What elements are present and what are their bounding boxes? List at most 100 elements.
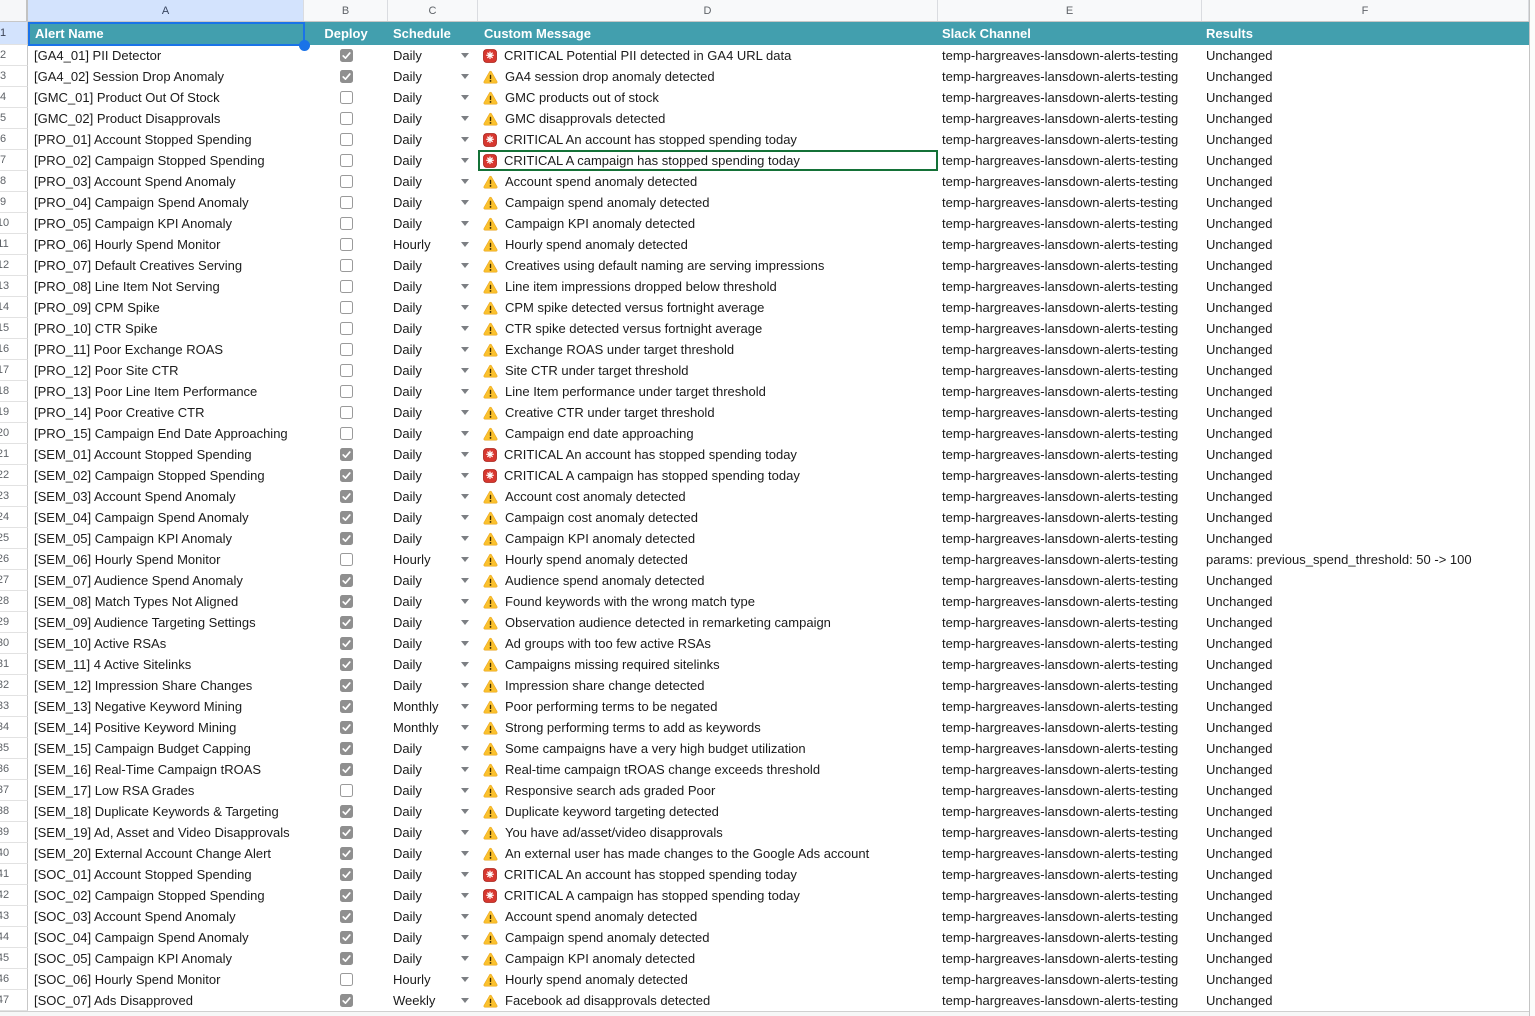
- deploy-checkbox[interactable]: [340, 637, 353, 650]
- cell-slack-channel[interactable]: temp-hargreaves-lansdown-alerts-testing: [938, 402, 1202, 423]
- cell-results[interactable]: Unchanged: [1202, 255, 1529, 276]
- cell-slack-channel[interactable]: temp-hargreaves-lansdown-alerts-testing: [938, 129, 1202, 150]
- chevron-down-icon[interactable]: [461, 515, 469, 520]
- column-header-d[interactable]: D: [478, 0, 938, 21]
- cell-custom-message[interactable]: CRITICAL An account has stopped spending…: [478, 444, 938, 465]
- cell-schedule[interactable]: Daily: [388, 402, 478, 423]
- cell-slack-channel[interactable]: temp-hargreaves-lansdown-alerts-testing: [938, 318, 1202, 339]
- chevron-down-icon[interactable]: [461, 767, 469, 772]
- row-header-9[interactable]: 9: [0, 192, 28, 213]
- cell-custom-message[interactable]: Campaign cost anomaly detected: [478, 507, 938, 528]
- cell-schedule[interactable]: Daily: [388, 213, 478, 234]
- cell-results[interactable]: Unchanged: [1202, 87, 1529, 108]
- cell-deploy[interactable]: [304, 360, 388, 381]
- cell-alert-name[interactable]: [GA4_01] PII Detector: [28, 45, 304, 66]
- cell-slack-channel[interactable]: temp-hargreaves-lansdown-alerts-testing: [938, 864, 1202, 885]
- deploy-checkbox[interactable]: [340, 553, 353, 566]
- row-header-23[interactable]: 23: [0, 486, 28, 507]
- cell-schedule[interactable]: Daily: [388, 423, 478, 444]
- chevron-down-icon[interactable]: [461, 158, 469, 163]
- cell-deploy[interactable]: [304, 570, 388, 591]
- cell-slack-channel[interactable]: temp-hargreaves-lansdown-alerts-testing: [938, 423, 1202, 444]
- cell-slack-channel[interactable]: temp-hargreaves-lansdown-alerts-testing: [938, 759, 1202, 780]
- cell-alert-name[interactable]: [PRO_07] Default Creatives Serving: [28, 255, 304, 276]
- cell-alert-name[interactable]: [PRO_14] Poor Creative CTR: [28, 402, 304, 423]
- cell-deploy[interactable]: [304, 885, 388, 906]
- cell-deploy[interactable]: [304, 87, 388, 108]
- cell-results[interactable]: Unchanged: [1202, 528, 1529, 549]
- cell-results[interactable]: Unchanged: [1202, 108, 1529, 129]
- row-header-16[interactable]: 16: [0, 339, 28, 360]
- row-header-31[interactable]: 31: [0, 654, 28, 675]
- cell-schedule[interactable]: Daily: [388, 759, 478, 780]
- deploy-checkbox[interactable]: [340, 154, 353, 167]
- cell-slack-channel[interactable]: temp-hargreaves-lansdown-alerts-testing: [938, 591, 1202, 612]
- row-header-38[interactable]: 38: [0, 801, 28, 822]
- chevron-down-icon[interactable]: [461, 872, 469, 877]
- cell-deploy[interactable]: [304, 843, 388, 864]
- cell-deploy[interactable]: [304, 465, 388, 486]
- chevron-down-icon[interactable]: [461, 53, 469, 58]
- cell-alert-name[interactable]: [PRO_04] Campaign Spend Anomaly: [28, 192, 304, 213]
- cell-custom-message[interactable]: Campaign KPI anomaly detected: [478, 528, 938, 549]
- row-header-25[interactable]: 25: [0, 528, 28, 549]
- chevron-down-icon[interactable]: [461, 557, 469, 562]
- cell-alert-name[interactable]: [SEM_02] Campaign Stopped Spending: [28, 465, 304, 486]
- cell-slack-channel[interactable]: temp-hargreaves-lansdown-alerts-testing: [938, 360, 1202, 381]
- cell-slack-channel[interactable]: temp-hargreaves-lansdown-alerts-testing: [938, 87, 1202, 108]
- deploy-checkbox[interactable]: [340, 91, 353, 104]
- cell-alert-name[interactable]: [SEM_06] Hourly Spend Monitor: [28, 549, 304, 570]
- deploy-checkbox[interactable]: [340, 133, 353, 146]
- cell-deploy[interactable]: [304, 696, 388, 717]
- row-header-2[interactable]: 2: [0, 45, 28, 66]
- cell-deploy[interactable]: [304, 507, 388, 528]
- cell-alert-name[interactable]: [SEM_12] Impression Share Changes: [28, 675, 304, 696]
- cell-results[interactable]: Unchanged: [1202, 759, 1529, 780]
- cell-schedule[interactable]: Daily: [388, 360, 478, 381]
- cell-slack-channel[interactable]: temp-hargreaves-lansdown-alerts-testing: [938, 234, 1202, 255]
- cell-results[interactable]: Unchanged: [1202, 780, 1529, 801]
- chevron-down-icon[interactable]: [461, 242, 469, 247]
- cell-results[interactable]: Unchanged: [1202, 906, 1529, 927]
- cell-schedule[interactable]: Daily: [388, 66, 478, 87]
- cell-slack-channel[interactable]: temp-hargreaves-lansdown-alerts-testing: [938, 612, 1202, 633]
- deploy-checkbox[interactable]: [340, 280, 353, 293]
- cell-alert-name[interactable]: [GMC_01] Product Out Of Stock: [28, 87, 304, 108]
- deploy-checkbox[interactable]: [340, 448, 353, 461]
- row-header-13[interactable]: 13: [0, 276, 28, 297]
- cell-alert-name[interactable]: [SOC_01] Account Stopped Spending: [28, 864, 304, 885]
- cell-alert-name[interactable]: [SOC_03] Account Spend Anomaly: [28, 906, 304, 927]
- cell-slack-channel[interactable]: temp-hargreaves-lansdown-alerts-testing: [938, 528, 1202, 549]
- cell-alert-name[interactable]: [PRO_09] CPM Spike: [28, 297, 304, 318]
- cell-results[interactable]: Unchanged: [1202, 171, 1529, 192]
- chevron-down-icon[interactable]: [461, 956, 469, 961]
- cell-schedule[interactable]: Daily: [388, 465, 478, 486]
- chevron-down-icon[interactable]: [461, 494, 469, 499]
- cell-slack-channel[interactable]: temp-hargreaves-lansdown-alerts-testing: [938, 339, 1202, 360]
- cell-deploy[interactable]: [304, 339, 388, 360]
- cell-deploy[interactable]: [304, 927, 388, 948]
- cell-results[interactable]: Unchanged: [1202, 801, 1529, 822]
- cell-results[interactable]: Unchanged: [1202, 66, 1529, 87]
- row-header-45[interactable]: 45: [0, 948, 28, 969]
- cell-alert-name[interactable]: [SEM_03] Account Spend Anomaly: [28, 486, 304, 507]
- chevron-down-icon[interactable]: [461, 200, 469, 205]
- cell-alert-name[interactable]: [PRO_02] Campaign Stopped Spending: [28, 150, 304, 171]
- cell-custom-message[interactable]: Found keywords with the wrong match type: [478, 591, 938, 612]
- deploy-checkbox[interactable]: [340, 994, 353, 1007]
- cell-deploy[interactable]: [304, 66, 388, 87]
- cell-custom-message[interactable]: Campaign KPI anomaly detected: [478, 213, 938, 234]
- row-header-19[interactable]: 19: [0, 402, 28, 423]
- cell-slack-channel[interactable]: temp-hargreaves-lansdown-alerts-testing: [938, 213, 1202, 234]
- cell-results[interactable]: Unchanged: [1202, 507, 1529, 528]
- cell-custom-message[interactable]: Creative CTR under target threshold: [478, 402, 938, 423]
- cell-custom-message[interactable]: Hourly spend anomaly detected: [478, 969, 938, 990]
- cell-alert-name[interactable]: [PRO_12] Poor Site CTR: [28, 360, 304, 381]
- cell-schedule[interactable]: Daily: [388, 570, 478, 591]
- cell-deploy[interactable]: [304, 150, 388, 171]
- cell-deploy[interactable]: [304, 129, 388, 150]
- cell-schedule[interactable]: Daily: [388, 654, 478, 675]
- cell-results[interactable]: Unchanged: [1202, 612, 1529, 633]
- column-header-e[interactable]: E: [938, 0, 1202, 21]
- deploy-checkbox[interactable]: [340, 763, 353, 776]
